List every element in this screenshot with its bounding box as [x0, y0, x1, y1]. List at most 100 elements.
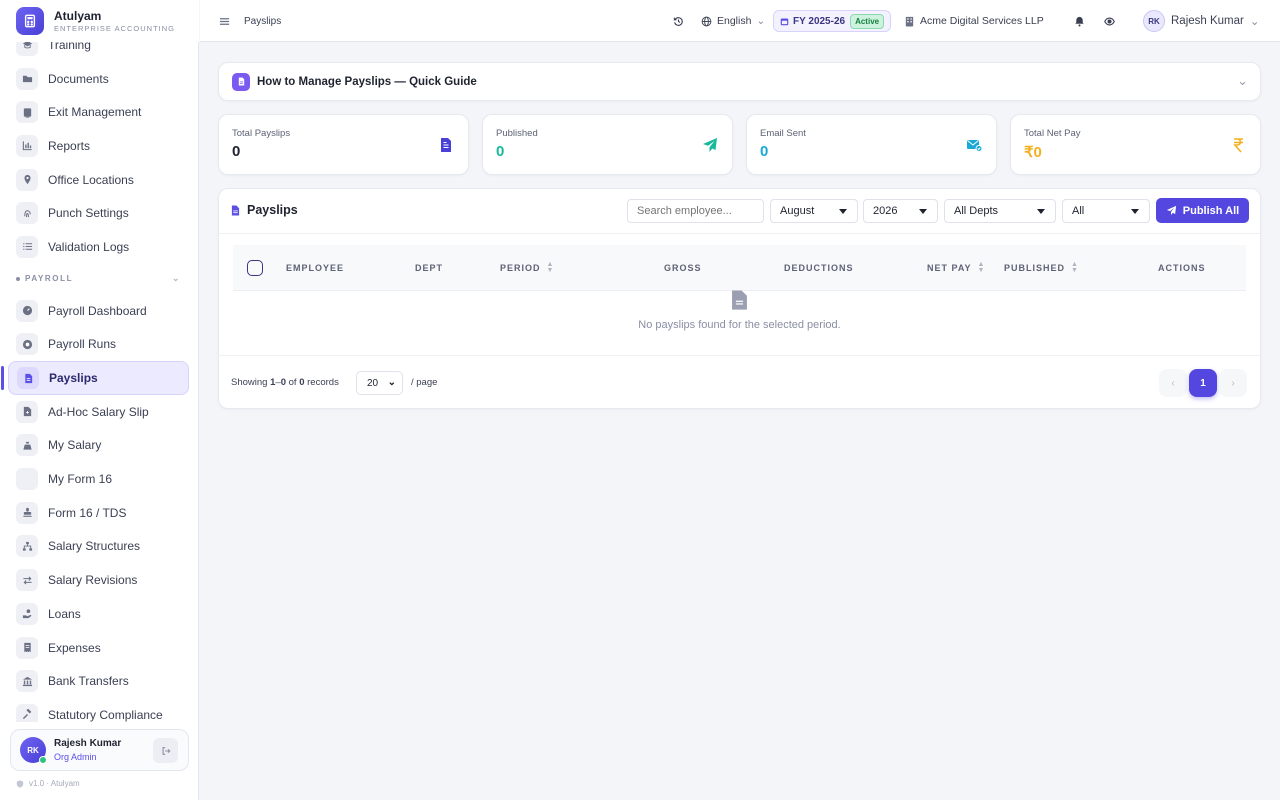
avatar: RK [1143, 10, 1165, 32]
column-header-label: DEPT [415, 263, 444, 273]
column-header-label: EMPLOYEE [286, 263, 345, 273]
gauge-icon [16, 299, 38, 322]
gavel-icon [16, 703, 38, 722]
sidebar-item-label: Exit Management [48, 105, 142, 120]
column-header-label: DEDUCTIONS [784, 263, 854, 273]
user-name: Rajesh Kumar [54, 738, 122, 749]
column-header-period[interactable]: PERIOD ▲ ▼ [500, 245, 554, 291]
publish-all-label: Publish All [1182, 204, 1240, 217]
month-select[interactable]: August [770, 199, 858, 223]
table-header: EMPLOYEE DEPT PERIOD ▲ ▼ GROSS DEDUCTIONS NET P… [233, 245, 1246, 291]
sidebar-item-exit-management[interactable]: Exit Management [0, 95, 189, 129]
sidebar-item-form-16-tds[interactable]: Form 16 / TDS [0, 496, 189, 530]
topbar: Payslips English ⌄ FY 2025-26 Active Acm… [200, 0, 1280, 42]
status-value: All [1072, 205, 1085, 217]
sidebar-item-label: My Form 16 [48, 472, 113, 487]
breadcrumb: Payslips [244, 15, 282, 27]
column-header-label: ACTIONS [1158, 263, 1206, 273]
sidebar-item-my-form-16[interactable]: My Form 16 [0, 462, 189, 496]
sidebar-item-validation-logs[interactable]: Validation Logs [0, 230, 189, 264]
status-select[interactable]: All [1062, 199, 1150, 223]
rupee-icon [1230, 137, 1246, 158]
prev-page-button[interactable]: ‹ [1159, 369, 1187, 397]
sidebar-item-label: Punch Settings [48, 206, 129, 221]
empty-message: No payslips found for the selected perio… [638, 319, 841, 331]
exit-icon [16, 101, 38, 124]
department-select[interactable]: All Depts [944, 199, 1056, 223]
page-button-current[interactable]: 1 [1189, 369, 1217, 397]
company-selector[interactable]: Acme Digital Services LLP [904, 0, 1044, 42]
fiscal-year-badge[interactable]: FY 2025-26 Active [773, 10, 892, 32]
stat-label: Total Payslips [232, 128, 291, 139]
company-name: Acme Digital Services LLP [920, 15, 1044, 27]
guide-title: How to Manage Payslips — Quick Guide [257, 75, 477, 88]
sidebar-item-punch-settings[interactable]: Punch Settings [0, 196, 189, 230]
column-header-deductions: DEDUCTIONS [784, 245, 854, 291]
quick-guide-panel[interactable]: How to Manage Payslips — Quick Guide ⌄ [218, 62, 1261, 101]
year-select[interactable]: 2026 [863, 199, 938, 223]
chevron-down-icon[interactable]: ⌄ [172, 273, 181, 284]
select-all-checkbox[interactable] [247, 260, 263, 276]
sidebar-item-statutory-compliance[interactable]: Statutory Compliance [0, 698, 189, 722]
column-header-published[interactable]: PUBLISHED ▲ ▼ [1004, 245, 1079, 291]
user-menu[interactable]: RK Rajesh Kumar ⌄ [1143, 0, 1260, 42]
building-icon [905, 16, 914, 27]
sidebar-item-office-locations[interactable]: Office Locations [0, 163, 189, 197]
column-header-employee: EMPLOYEE [286, 245, 344, 291]
version-label: v1.0 · Atulyam [29, 779, 80, 788]
publish-all-button[interactable]: Publish All [1156, 198, 1249, 223]
search-input[interactable] [627, 199, 764, 223]
sidebar-item-training[interactable]: Training [0, 42, 189, 62]
sidebar-item-bank-transfers[interactable]: Bank Transfers [0, 664, 189, 698]
sidebar-item-salary-revisions[interactable]: Salary Revisions [0, 563, 189, 597]
chevron-down-icon: ⌄ [756, 15, 766, 27]
stat-value: 0 [232, 143, 241, 160]
history-icon [673, 16, 683, 26]
sidebar-item-salary-structures[interactable]: Salary Structures [0, 530, 189, 564]
notifications-button[interactable] [1074, 0, 1085, 42]
sort-icon: ▲ ▼ [546, 261, 555, 274]
sidebar-nav[interactable]: Training Documents Exit Management Reports O… [0, 42, 199, 722]
logout-button[interactable] [153, 738, 178, 763]
sidebar-item-label: Form 16 / TDS [48, 505, 127, 520]
column-header-actions: ACTIONS [1158, 245, 1206, 291]
chevron-down-icon: ⌄ [1249, 16, 1260, 28]
brand[interactable]: Atulyam ENTERPRISE ACCOUNTING [0, 0, 199, 42]
of-label: of [288, 377, 297, 388]
per-page-label: / page [411, 377, 438, 388]
sidebar-item-label: Loans [48, 606, 81, 621]
stat-value: 0 [760, 143, 769, 160]
sidebar-item-payroll-runs[interactable]: Payroll Runs [0, 328, 189, 362]
sidebar-item-payslips[interactable]: Payslips [1, 361, 189, 395]
sidebar-item-ad-hoc-salary-slip[interactable]: Ad-Hoc Salary Slip [0, 395, 189, 429]
column-header-net-pay[interactable]: NET PAY ▲ ▼ [927, 245, 985, 291]
sidebar-item-loans[interactable]: Loans [0, 597, 189, 631]
history-button[interactable] [673, 0, 684, 42]
language-selector[interactable]: English ⌄ [701, 0, 765, 42]
preview-button[interactable] [1104, 0, 1115, 42]
sidebar-item-label: Payroll Dashboard [48, 303, 147, 318]
avatar: RK [20, 737, 47, 764]
avatar-initials: RK [27, 745, 39, 755]
stat-value: 0 [496, 143, 505, 160]
caret-down-icon [1037, 209, 1045, 214]
sidebar-section-payroll[interactable]: PAYROLL ⌄ [0, 264, 199, 294]
user-role: Org Admin [54, 752, 97, 762]
sidebar-item-my-salary[interactable]: My Salary [0, 429, 189, 463]
stat-value: ₹0 [1024, 144, 1042, 161]
money-bag-icon [16, 434, 38, 457]
sidebar-item-documents[interactable]: Documents [0, 62, 189, 96]
fiscal-year-label: FY 2025-26 [793, 15, 846, 27]
sidebar-item-reports[interactable]: Reports [0, 129, 189, 163]
chevron-down-icon: ⌄ [387, 377, 396, 388]
next-page-button[interactable]: › [1219, 369, 1247, 397]
sidebar-item-expenses[interactable]: Expenses [0, 631, 189, 665]
sidebar-item-payroll-dashboard[interactable]: Payroll Dashboard [0, 294, 189, 328]
page-size-select[interactable]: 20 ⌄ [356, 371, 403, 395]
version-text: v1.0 · Atulyam [16, 779, 80, 788]
showing-label: Showing [231, 377, 268, 388]
chevron-down-icon[interactable]: ⌄ [1237, 73, 1248, 89]
paper-plane-icon [702, 137, 718, 158]
user-card[interactable]: RK Rajesh Kumar Org Admin [10, 729, 189, 771]
menu-toggle-button[interactable] [219, 0, 230, 42]
